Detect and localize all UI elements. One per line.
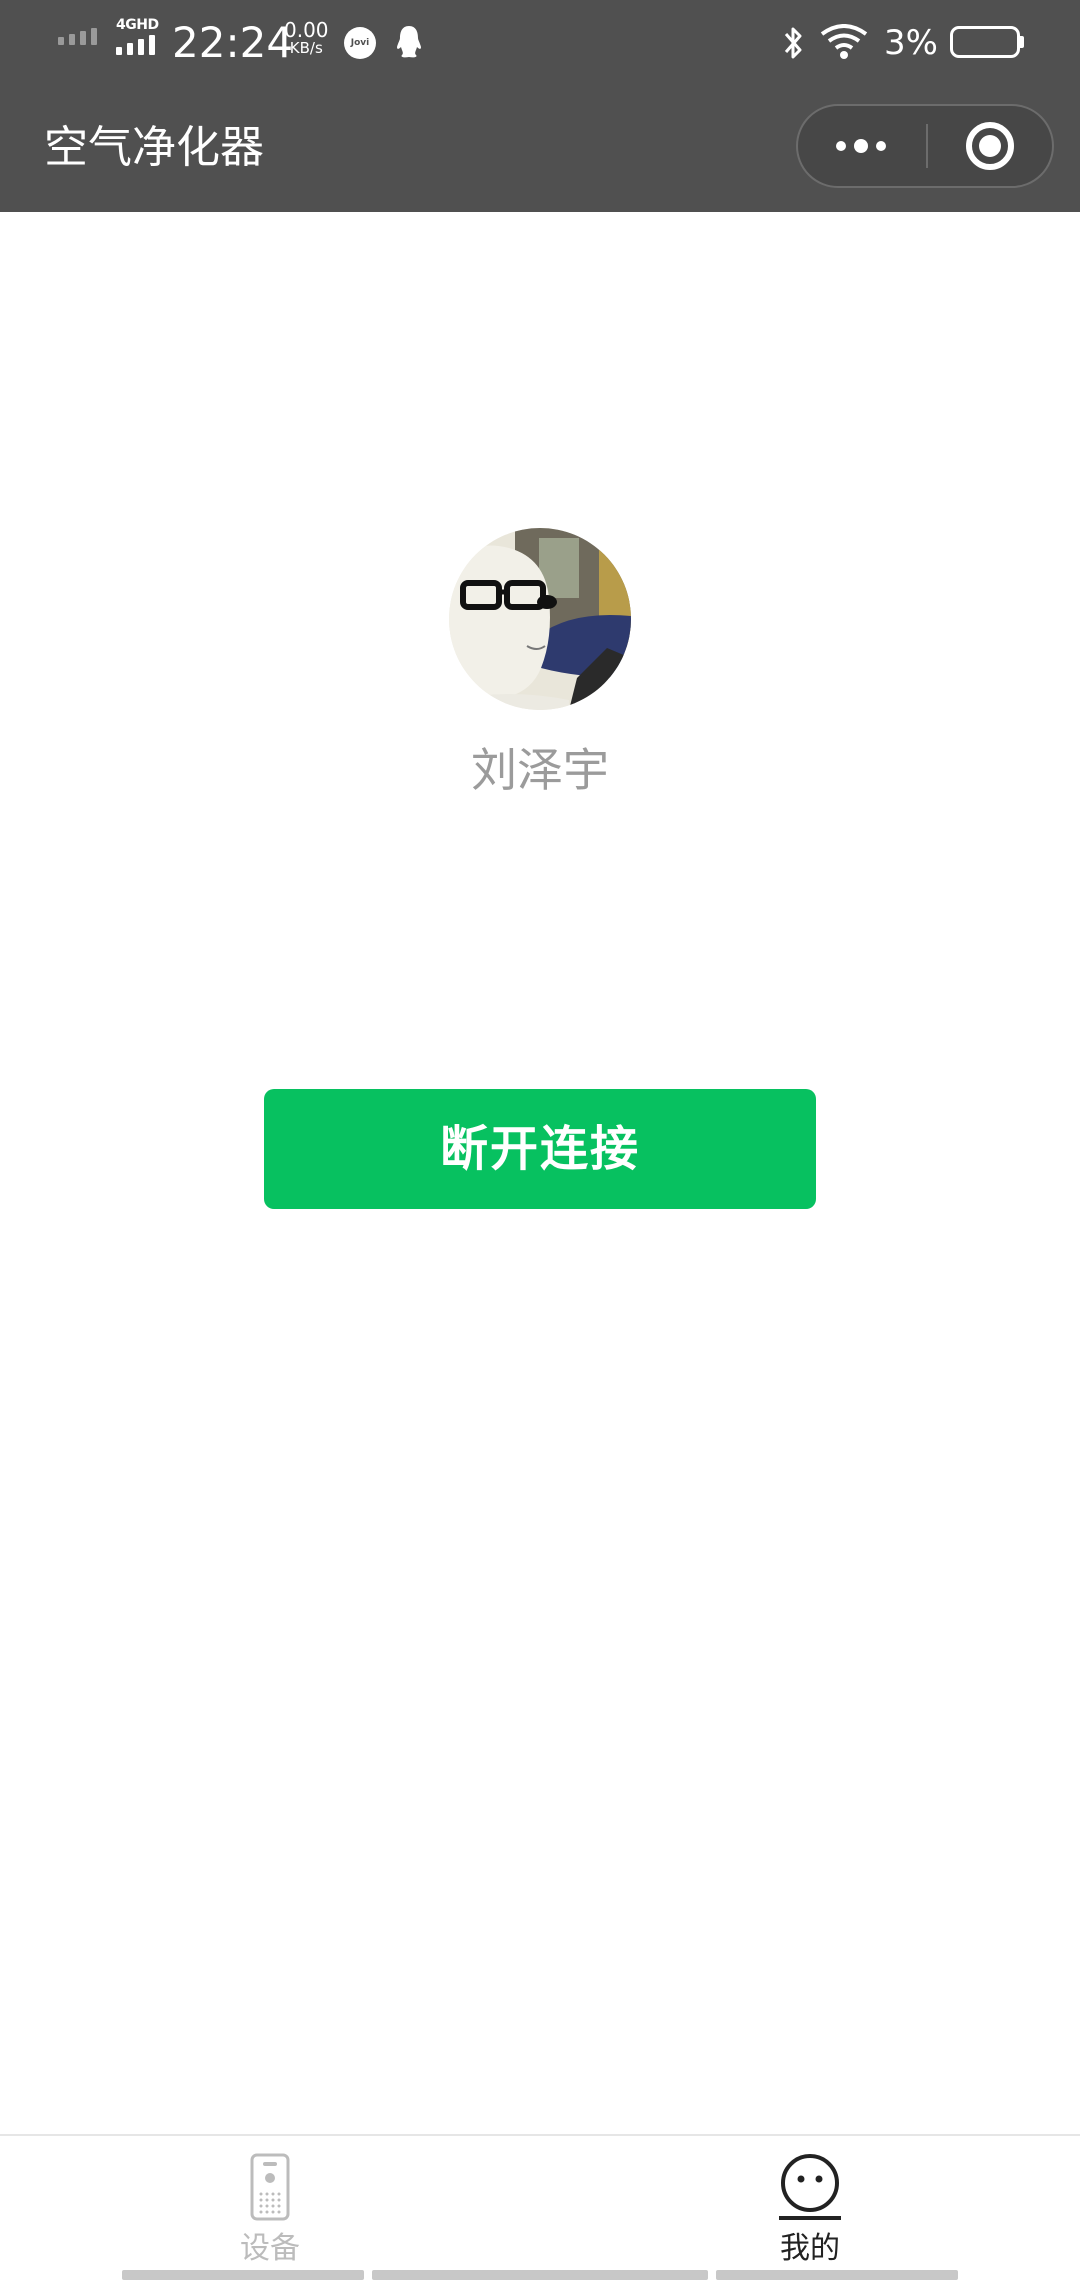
- tab-bar: 设备 我的: [0, 2134, 1080, 2282]
- device-icon: [250, 2153, 290, 2221]
- tab-mine-label: 我的: [780, 2231, 840, 2266]
- close-mini-program-button[interactable]: [928, 106, 1054, 186]
- tab-device[interactable]: 设备: [170, 2136, 370, 2282]
- more-dot-icon: [836, 141, 846, 151]
- signal-sim2: 4GHD: [116, 18, 159, 55]
- battery-tip: [1020, 36, 1024, 48]
- more-button[interactable]: [798, 106, 926, 186]
- jovi-label: Jovi: [350, 38, 370, 48]
- target-dot-icon: [979, 135, 1001, 157]
- disconnect-button[interactable]: 断开连接: [264, 1089, 816, 1209]
- more-dot-icon: [854, 139, 868, 153]
- page-title: 空气净化器: [44, 122, 264, 173]
- gesture-bar-right: [716, 2270, 958, 2280]
- qq-icon: [397, 26, 421, 58]
- battery-percent: 3%: [884, 23, 938, 63]
- mini-program-capsule: [796, 104, 1054, 188]
- jovi-icon: Jovi: [344, 27, 376, 59]
- tab-mine[interactable]: 我的: [710, 2136, 910, 2282]
- wifi-icon: [820, 24, 868, 59]
- face-icon: [779, 2154, 841, 2220]
- battery-icon: [950, 26, 1020, 58]
- network-speed-unit: KB/s: [289, 39, 323, 57]
- signal-sim2-icon: [116, 35, 159, 55]
- network-speed: 0.00 KB/s: [284, 20, 329, 57]
- user-name: 刘泽宇: [471, 743, 609, 797]
- status-time: 22:24: [172, 18, 294, 67]
- network-type: 4GHD: [116, 17, 159, 33]
- network-speed-value: 0.00: [284, 18, 329, 42]
- tab-device-label: 设备: [240, 2231, 300, 2266]
- signal-sim1-icon: [58, 28, 97, 45]
- bear-avatar-image: [449, 528, 631, 710]
- status-bar: 4GHD 22:24 0.00 KB/s Jovi 3%: [0, 0, 1080, 88]
- bluetooth-icon: [784, 27, 802, 59]
- gesture-bar-left: [122, 2270, 364, 2280]
- more-dot-icon: [876, 141, 886, 151]
- gesture-bar-center[interactable]: [372, 2270, 708, 2280]
- avatar: [449, 528, 631, 710]
- navigation-bar: 4GHD 22:24 0.00 KB/s Jovi 3% 空气净化器: [0, 0, 1080, 212]
